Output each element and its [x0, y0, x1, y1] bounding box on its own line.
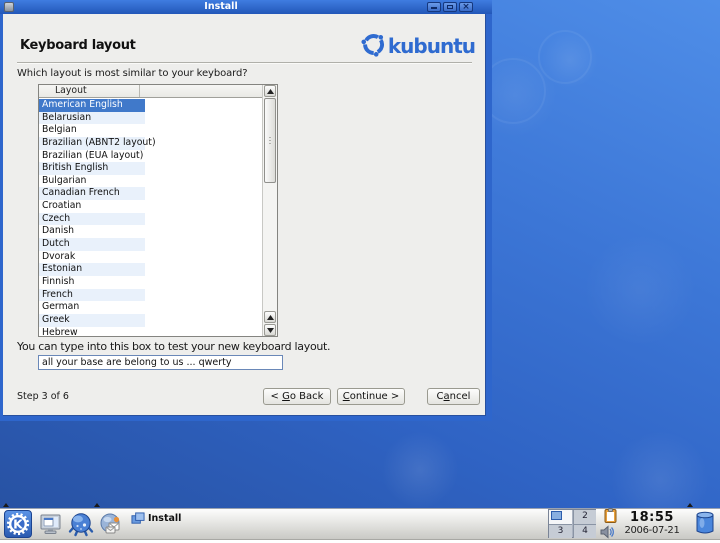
- device-notifier-icon: [696, 511, 714, 534]
- wallpaper-circle: [538, 30, 592, 84]
- layout-row[interactable]: Canadian French: [39, 187, 262, 201]
- clock-date[interactable]: 2006-07-21: [618, 525, 686, 536]
- volume-button[interactable]: [600, 524, 615, 543]
- install-window-icon: [131, 512, 145, 524]
- test-box-label: You can type into this box to test your …: [17, 340, 331, 353]
- volume-speaker-icon: [600, 525, 614, 539]
- system-menu-button[interactable]: [38, 511, 64, 537]
- hidden-applet-arrow-icon: [3, 503, 9, 507]
- layout-row[interactable]: Belarusian: [39, 111, 262, 125]
- svg-text:K: K: [13, 517, 24, 532]
- layout-row[interactable]: Czech: [39, 212, 262, 226]
- minimize-button[interactable]: [427, 2, 441, 12]
- kubuntu-logo: kubuntu: [360, 30, 476, 60]
- minimize-icon: [431, 7, 437, 9]
- konqueror-button[interactable]: [68, 511, 94, 537]
- scroll-down-button[interactable]: [264, 324, 276, 336]
- klipper-clipboard-icon: [604, 508, 617, 523]
- layout-row[interactable]: French: [39, 288, 262, 302]
- kubuntu-circle-of-friends-icon: [361, 34, 384, 57]
- kmenu-k-gear-icon: K: [6, 512, 30, 536]
- pager-window-thumb: [551, 511, 562, 520]
- page-title: Keyboard layout: [20, 38, 136, 53]
- scroll-down-icon: [266, 328, 274, 333]
- layout-row[interactable]: British English: [39, 162, 262, 175]
- layout-row[interactable]: Dutch: [39, 238, 262, 251]
- kubuntu-wordmark: kubuntu: [387, 34, 476, 58]
- desktop-pager[interactable]: 2 3 4: [548, 509, 596, 538]
- pager-desktop-1[interactable]: [549, 510, 572, 524]
- install-window: Install × Keyboard layout kubuntu Which …: [0, 0, 492, 421]
- layout-row[interactable]: German: [39, 301, 262, 314]
- layout-row[interactable]: Finnish: [39, 276, 262, 289]
- device-notifier-button[interactable]: [693, 509, 717, 537]
- go-back-button[interactable]: < Go Back: [263, 388, 331, 405]
- layout-row[interactable]: Brazilian (ABNT2 layout): [39, 136, 262, 150]
- layout-row[interactable]: Croatian: [39, 200, 262, 213]
- scrollbar-thumb[interactable]: [264, 98, 276, 183]
- layout-row[interactable]: Bulgarian: [39, 175, 262, 188]
- hidden-applet-arrow-icon-3: [687, 503, 693, 507]
- window-titlebar[interactable]: Install ×: [0, 0, 492, 14]
- window-body: Keyboard layout kubuntu Which layout is …: [3, 14, 486, 416]
- window-title: Install: [204, 1, 238, 12]
- layout-listbox: Layout American English Belarusian Belgian…: [38, 84, 278, 337]
- layout-row[interactable]: Dvorak: [39, 251, 262, 264]
- question-label: Which layout is most similar to your key…: [17, 68, 248, 79]
- list-header-layout[interactable]: Layout: [39, 85, 140, 97]
- pager-desktop-4[interactable]: 4: [573, 524, 596, 538]
- layout-row[interactable]: Hebrew: [39, 327, 262, 336]
- keyboard-test-input[interactable]: [38, 355, 283, 370]
- close-icon: ×: [462, 2, 470, 12]
- kmenu-button[interactable]: K: [4, 510, 32, 538]
- list-scrollbar[interactable]: [262, 85, 277, 336]
- pager-desktop-2[interactable]: 2: [573, 510, 596, 524]
- layout-row[interactable]: Greek: [39, 313, 262, 327]
- scrollbar-grip: [269, 137, 271, 138]
- system-menu-icon: [40, 514, 61, 534]
- clock-time[interactable]: 18:55: [622, 510, 682, 525]
- layout-list-rows: American English Belarusian Belgian Brazili…: [39, 99, 262, 336]
- step-indicator: Step 3 of 6: [17, 391, 69, 402]
- desktop: Install × Keyboard layout kubuntu Which …: [0, 0, 720, 540]
- continue-button[interactable]: Continue >: [337, 388, 405, 405]
- layout-row[interactable]: Estonian: [39, 263, 262, 276]
- layout-row[interactable]: Danish: [39, 225, 262, 238]
- kontact-globe-mail-icon: [100, 513, 120, 534]
- layout-row[interactable]: American English: [39, 99, 262, 112]
- pager-desktop-3[interactable]: 3: [549, 524, 572, 538]
- layout-row[interactable]: Belgian: [39, 124, 262, 137]
- scroll-up-button-2[interactable]: [264, 311, 276, 323]
- scroll-up-icon: [266, 89, 274, 94]
- scroll-up-button[interactable]: [264, 85, 276, 97]
- kontact-button[interactable]: [98, 511, 124, 537]
- layout-row[interactable]: Brazilian (EUA layout): [39, 150, 262, 163]
- list-header[interactable]: Layout: [39, 85, 262, 98]
- hidden-applet-arrow-icon-2: [94, 503, 100, 507]
- close-button[interactable]: ×: [459, 2, 473, 12]
- maximize-icon: [447, 5, 453, 9]
- heading-separator: [17, 62, 472, 64]
- scroll-up-icon: [266, 315, 274, 320]
- konqueror-globe-icon: [68, 513, 94, 537]
- cancel-button[interactable]: Cancel: [427, 388, 480, 405]
- install-task-label: Install: [148, 513, 182, 524]
- maximize-button[interactable]: [443, 2, 457, 12]
